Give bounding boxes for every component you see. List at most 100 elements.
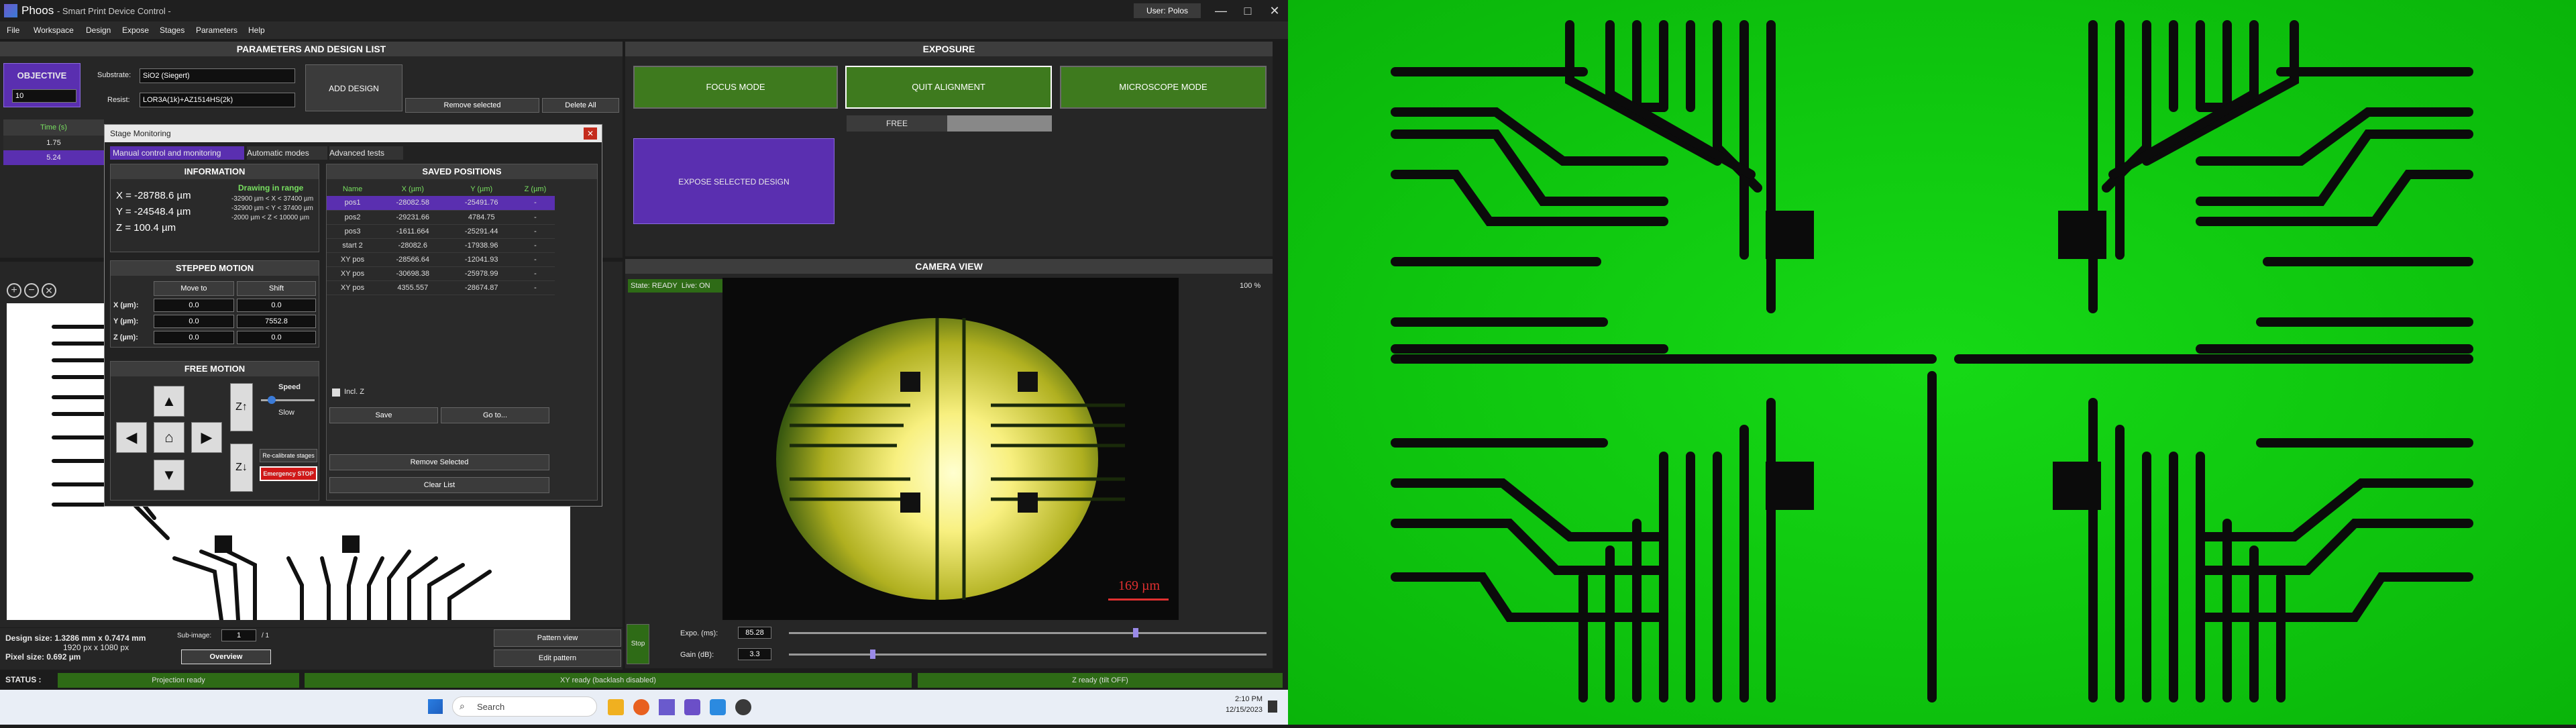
- move-to-button[interactable]: Move to: [154, 281, 234, 296]
- tab-manual-control[interactable]: Manual control and monitoring: [110, 146, 244, 160]
- range-z: -2000 µm < Z < 10000 µm: [231, 214, 310, 221]
- arrow-down-icon[interactable]: ▼: [154, 460, 184, 490]
- arrow-right-icon[interactable]: ▶: [191, 422, 222, 453]
- gain-input[interactable]: 3.3: [738, 648, 771, 660]
- menu-workspace[interactable]: Workspace: [34, 25, 74, 35]
- app-dark-icon[interactable]: [735, 699, 751, 715]
- arrow-up-icon[interactable]: ▲: [154, 386, 184, 417]
- information-header: INFORMATION: [111, 164, 319, 179]
- col-y: Y (µm): [470, 185, 493, 193]
- quit-alignment-button[interactable]: QUIT ALIGNMENT: [845, 66, 1052, 109]
- close-icon[interactable]: ✕: [1261, 1, 1288, 20]
- z-label: Z (µm):: [113, 333, 138, 342]
- remove-position-button[interactable]: Remove Selected: [329, 454, 549, 470]
- windows-start-icon[interactable]: [428, 699, 443, 714]
- clock-date: 12/15/2023: [1225, 706, 1263, 714]
- gain-slider[interactable]: [789, 649, 1267, 659]
- design-px: 1920 px x 1080 px: [63, 643, 129, 652]
- tab-advanced-tests[interactable]: Advanced tests: [329, 146, 403, 160]
- menu-design[interactable]: Design: [86, 25, 111, 35]
- table-row[interactable]: XY pos 4355.557 -28674.87-: [327, 280, 555, 295]
- maximize-icon[interactable]: □: [1234, 1, 1261, 20]
- shift-x-input[interactable]: 0.0: [237, 299, 316, 312]
- clear-list-button[interactable]: Clear List: [329, 477, 549, 493]
- minimize-icon[interactable]: —: [1208, 1, 1234, 20]
- gain-slider-handle[interactable]: [870, 649, 876, 659]
- z-readout: Z = 100.4 µm: [116, 222, 176, 233]
- substrate-select[interactable]: SiO2 (Siegert): [140, 68, 295, 83]
- search-placeholder: Search: [477, 702, 505, 712]
- table-row[interactable]: pos3 -1611.664 -25291.44-: [327, 224, 555, 239]
- move-y-input[interactable]: 0.0: [154, 315, 234, 328]
- tab-automatic-modes[interactable]: Automatic modes: [247, 146, 327, 160]
- speed-slider-handle[interactable]: [268, 396, 276, 404]
- table-row[interactable]: 1.75: [3, 136, 104, 150]
- remove-selected-button[interactable]: Remove selected: [405, 98, 539, 113]
- objective-select[interactable]: 10: [12, 89, 76, 103]
- free-motion-header: FREE MOTION: [111, 362, 319, 376]
- user-button[interactable]: User: Polos: [1134, 3, 1201, 18]
- table-row[interactable]: XY pos -28566.64 -12041.93-: [327, 252, 555, 267]
- move-z-input[interactable]: 0.0: [154, 331, 234, 344]
- notification-icon[interactable]: [1268, 700, 1277, 713]
- dialog-close-icon[interactable]: ✕: [584, 127, 597, 140]
- arrow-left-icon[interactable]: ◀: [116, 422, 147, 453]
- menu-help[interactable]: Help: [248, 25, 265, 35]
- mode-toggle[interactable]: FREE: [847, 115, 1052, 132]
- subimage-input[interactable]: 1: [221, 629, 256, 641]
- file-explorer-icon[interactable]: [608, 699, 624, 715]
- table-row[interactable]: pos2 -29231.66 4784.75-: [327, 210, 555, 225]
- overview-button[interactable]: Overview: [181, 649, 271, 664]
- microscope-mode-button[interactable]: MICROSCOPE MODE: [1060, 66, 1267, 109]
- shift-button[interactable]: Shift: [237, 281, 316, 296]
- table-row[interactable]: start 2 -28082.6 -17938.96-: [327, 238, 555, 253]
- edit-pattern-button[interactable]: Edit pattern: [494, 649, 621, 667]
- focus-mode-button[interactable]: FOCUS MODE: [633, 66, 838, 109]
- app-c-icon[interactable]: [684, 699, 700, 715]
- incl-z-checkbox[interactable]: [332, 388, 340, 397]
- menu-file[interactable]: File: [7, 25, 19, 35]
- exposure-slider-handle[interactable]: [1132, 628, 1138, 637]
- zoom-fit-icon[interactable]: ✕: [42, 283, 56, 298]
- recalibrate-button[interactable]: Re-calibrate stages: [260, 449, 317, 462]
- emergency-stop-button[interactable]: Emergency STOP: [260, 466, 317, 481]
- taskbar-search[interactable]: ⌕ Search: [452, 696, 597, 717]
- table-row[interactable]: pos1 -28082.58 -25491.76-: [327, 196, 555, 211]
- z-down-icon[interactable]: Z↓: [230, 444, 253, 492]
- phoos-taskbar-icon[interactable]: [659, 699, 675, 715]
- menu-expose[interactable]: Expose: [122, 25, 149, 35]
- app-blue-icon[interactable]: [710, 699, 726, 715]
- scale-bar-label: 169 µm: [1118, 578, 1161, 593]
- objective-box[interactable]: OBJECTIVE 10: [3, 63, 80, 107]
- resist-select[interactable]: LOR3A(1k)+AZ1514HS(2k): [140, 93, 295, 107]
- range-x: -32900 µm < X < 37400 µm: [231, 195, 314, 203]
- add-design-button[interactable]: ADD DESIGN: [305, 64, 402, 111]
- shift-z-input[interactable]: 0.0: [237, 331, 316, 344]
- z-up-icon[interactable]: Z↑: [230, 383, 253, 431]
- subimage-total: / 1: [262, 632, 270, 639]
- expose-design-button[interactable]: EXPOSE SELECTED DESIGN: [633, 138, 835, 224]
- saved-positions-table: Name X (µm) Y (µm) Z (µm) pos1 -28082.58-…: [327, 182, 555, 295]
- save-position-button[interactable]: Save: [329, 407, 438, 423]
- exposure-slider[interactable]: [789, 628, 1267, 637]
- shift-y-input[interactable]: 7552.8: [237, 315, 316, 328]
- home-icon[interactable]: ⌂: [154, 422, 184, 453]
- table-row-selected[interactable]: 5.24: [3, 150, 104, 165]
- exposure-input[interactable]: 85.28: [738, 627, 771, 639]
- firefox-icon[interactable]: [633, 699, 649, 715]
- xy-status: XY ready (backlash disabled): [305, 673, 912, 688]
- camera-feed[interactable]: 169 µm: [722, 278, 1179, 620]
- menu-stages[interactable]: Stages: [160, 25, 184, 35]
- zoom-out-icon[interactable]: −: [24, 283, 39, 298]
- slow-label: Slow: [278, 409, 294, 417]
- zoom-in-icon[interactable]: +: [7, 283, 21, 298]
- status-bar: STATUS : Projection ready XY ready (back…: [0, 671, 1288, 690]
- move-x-input[interactable]: 0.0: [154, 299, 234, 312]
- stop-live-button[interactable]: Stop live: [627, 624, 649, 686]
- table-row[interactable]: XY pos -30698.38 -25978.99-: [327, 266, 555, 281]
- pattern-view-button[interactable]: Pattern view: [494, 629, 621, 647]
- delete-all-button[interactable]: Delete All: [542, 98, 619, 113]
- goto-position-button[interactable]: Go to...: [441, 407, 549, 423]
- free-label: FREE: [847, 115, 947, 132]
- menu-parameters[interactable]: Parameters: [196, 25, 237, 35]
